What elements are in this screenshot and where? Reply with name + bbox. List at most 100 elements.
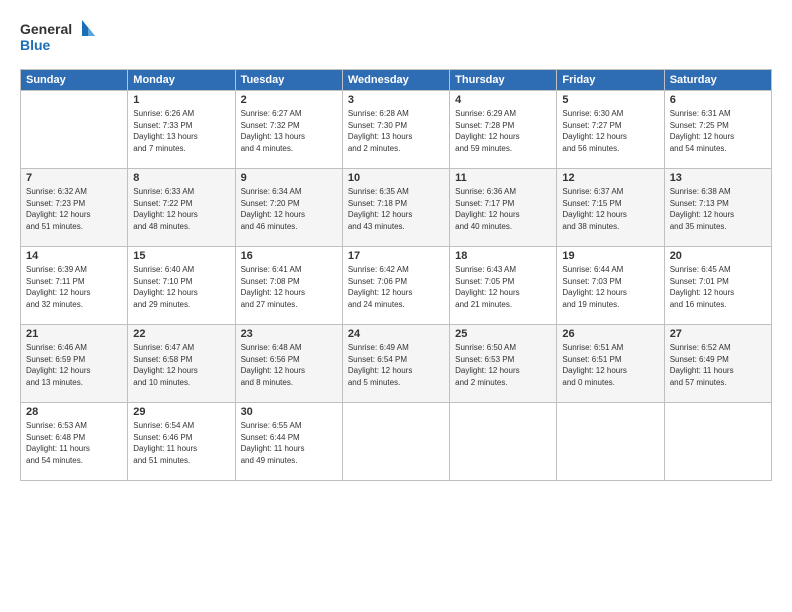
day-number: 2 (241, 94, 337, 106)
col-header-wednesday: Wednesday (342, 70, 449, 91)
week-row-1: 1 Sunrise: 6:26 AMSunset: 7:33 PMDaylight… (21, 91, 772, 169)
day-info: Sunrise: 6:41 AMSunset: 7:08 PMDaylight:… (241, 264, 337, 310)
day-cell: 22 Sunrise: 6:47 AMSunset: 6:58 PMDayligh… (128, 325, 235, 403)
day-cell: 6Sunrise: 6:31 AMSunset: 7:25 PMDaylight… (664, 91, 771, 169)
day-number: 17 (348, 250, 444, 262)
day-number: 16 (241, 250, 337, 262)
day-number: 14 (26, 250, 122, 262)
col-header-thursday: Thursday (450, 70, 557, 91)
day-number: 27 (670, 328, 766, 340)
day-number: 22 (133, 328, 229, 340)
day-cell: 19 Sunrise: 6:44 AMSunset: 7:03 PMDayligh… (557, 247, 664, 325)
day-cell (664, 403, 771, 481)
day-number: 19 (562, 250, 658, 262)
day-cell: 10 Sunrise: 6:35 AMSunset: 7:18 PMDayligh… (342, 169, 449, 247)
week-row-3: 14Sunrise: 6:39 AMSunset: 7:11 PMDayligh… (21, 247, 772, 325)
day-number: 23 (241, 328, 337, 340)
day-info: Sunrise: 6:28 AMSunset: 7:30 PMDaylight:… (348, 108, 444, 154)
day-number: 18 (455, 250, 551, 262)
day-info: Sunrise: 6:54 AMSunset: 6:46 PMDaylight:… (133, 420, 229, 466)
svg-text:Blue: Blue (20, 37, 51, 53)
day-cell: 2 Sunrise: 6:27 AMSunset: 7:32 PMDaylight… (235, 91, 342, 169)
day-cell: 7 Sunrise: 6:32 AMSunset: 7:23 PMDaylight… (21, 169, 128, 247)
day-number: 6 (670, 94, 766, 106)
day-info: Sunrise: 6:27 AMSunset: 7:32 PMDaylight:… (241, 108, 337, 154)
day-cell (342, 403, 449, 481)
day-info: Sunrise: 6:36 AMSunset: 7:17 PMDaylight:… (455, 186, 551, 232)
day-info: Sunrise: 6:35 AMSunset: 7:18 PMDaylight:… (348, 186, 444, 232)
day-info: Sunrise: 6:46 AMSunset: 6:59 PMDaylight:… (26, 342, 122, 388)
svg-text:General: General (20, 21, 72, 37)
day-number: 26 (562, 328, 658, 340)
day-number: 30 (241, 406, 337, 418)
day-info: Sunrise: 6:50 AMSunset: 6:53 PMDaylight:… (455, 342, 551, 388)
day-cell: 15Sunrise: 6:40 AMSunset: 7:10 PMDayligh… (128, 247, 235, 325)
day-cell: 21 Sunrise: 6:46 AMSunset: 6:59 PMDayligh… (21, 325, 128, 403)
week-row-5: 28 Sunrise: 6:53 AMSunset: 6:48 PMDayligh… (21, 403, 772, 481)
calendar-table: SundayMondayTuesdayWednesdayThursdayFrid… (20, 69, 772, 481)
day-info: Sunrise: 6:44 AMSunset: 7:03 PMDaylight:… (562, 264, 658, 310)
day-number: 9 (241, 172, 337, 184)
day-number: 29 (133, 406, 229, 418)
day-info: Sunrise: 6:30 AMSunset: 7:27 PMDaylight:… (562, 108, 658, 154)
day-number: 11 (455, 172, 551, 184)
day-cell (21, 91, 128, 169)
week-row-4: 21 Sunrise: 6:46 AMSunset: 6:59 PMDayligh… (21, 325, 772, 403)
day-cell: 3 Sunrise: 6:28 AMSunset: 7:30 PMDaylight… (342, 91, 449, 169)
day-number: 20 (670, 250, 766, 262)
day-info: Sunrise: 6:55 AMSunset: 6:44 PMDaylight:… (241, 420, 337, 466)
day-info: Sunrise: 6:29 AMSunset: 7:28 PMDaylight:… (455, 108, 551, 154)
day-cell: 14Sunrise: 6:39 AMSunset: 7:11 PMDayligh… (21, 247, 128, 325)
day-info: Sunrise: 6:26 AMSunset: 7:33 PMDaylight:… (133, 108, 229, 154)
col-header-saturday: Saturday (664, 70, 771, 91)
day-cell: 4 Sunrise: 6:29 AMSunset: 7:28 PMDaylight… (450, 91, 557, 169)
day-cell: 28 Sunrise: 6:53 AMSunset: 6:48 PMDayligh… (21, 403, 128, 481)
day-cell: 11 Sunrise: 6:36 AMSunset: 7:17 PMDayligh… (450, 169, 557, 247)
day-number: 8 (133, 172, 229, 184)
day-cell: 18 Sunrise: 6:43 AMSunset: 7:05 PMDayligh… (450, 247, 557, 325)
day-cell: 30 Sunrise: 6:55 AMSunset: 6:44 PMDayligh… (235, 403, 342, 481)
day-info: Sunrise: 6:33 AMSunset: 7:22 PMDaylight:… (133, 186, 229, 232)
day-number: 15 (133, 250, 229, 262)
day-cell (557, 403, 664, 481)
week-row-2: 7 Sunrise: 6:32 AMSunset: 7:23 PMDaylight… (21, 169, 772, 247)
day-info: Sunrise: 6:49 AMSunset: 6:54 PMDaylight:… (348, 342, 444, 388)
day-cell: 27 Sunrise: 6:52 AMSunset: 6:49 PMDayligh… (664, 325, 771, 403)
day-info: Sunrise: 6:43 AMSunset: 7:05 PMDaylight:… (455, 264, 551, 310)
day-cell: 12Sunrise: 6:37 AMSunset: 7:15 PMDayligh… (557, 169, 664, 247)
day-cell: 17Sunrise: 6:42 AMSunset: 7:06 PMDayligh… (342, 247, 449, 325)
day-cell: 29 Sunrise: 6:54 AMSunset: 6:46 PMDayligh… (128, 403, 235, 481)
col-header-monday: Monday (128, 70, 235, 91)
day-info: Sunrise: 6:34 AMSunset: 7:20 PMDaylight:… (241, 186, 337, 232)
day-number: 24 (348, 328, 444, 340)
day-number: 12 (562, 172, 658, 184)
day-cell: 20 Sunrise: 6:45 AMSunset: 7:01 PMDayligh… (664, 247, 771, 325)
day-cell: 5 Sunrise: 6:30 AMSunset: 7:27 PMDaylight… (557, 91, 664, 169)
col-header-friday: Friday (557, 70, 664, 91)
day-info: Sunrise: 6:48 AMSunset: 6:56 PMDaylight:… (241, 342, 337, 388)
day-info: Sunrise: 6:38 AMSunset: 7:13 PMDaylight:… (670, 186, 766, 232)
day-cell (450, 403, 557, 481)
day-cell: 1 Sunrise: 6:26 AMSunset: 7:33 PMDaylight… (128, 91, 235, 169)
day-info: Sunrise: 6:47 AMSunset: 6:58 PMDaylight:… (133, 342, 229, 388)
day-number: 13 (670, 172, 766, 184)
day-cell: 23 Sunrise: 6:48 AMSunset: 6:56 PMDayligh… (235, 325, 342, 403)
day-info: Sunrise: 6:45 AMSunset: 7:01 PMDaylight:… (670, 264, 766, 310)
day-number: 25 (455, 328, 551, 340)
day-number: 28 (26, 406, 122, 418)
day-info: Sunrise: 6:32 AMSunset: 7:23 PMDaylight:… (26, 186, 122, 232)
day-number: 21 (26, 328, 122, 340)
day-cell: 24 Sunrise: 6:49 AMSunset: 6:54 PMDayligh… (342, 325, 449, 403)
day-info: Sunrise: 6:51 AMSunset: 6:51 PMDaylight:… (562, 342, 658, 388)
day-number: 7 (26, 172, 122, 184)
day-info: Sunrise: 6:53 AMSunset: 6:48 PMDaylight:… (26, 420, 122, 466)
day-info: Sunrise: 6:52 AMSunset: 6:49 PMDaylight:… (670, 342, 766, 388)
day-number: 4 (455, 94, 551, 106)
day-number: 1 (133, 94, 229, 106)
day-number: 10 (348, 172, 444, 184)
col-header-sunday: Sunday (21, 70, 128, 91)
day-number: 3 (348, 94, 444, 106)
day-cell: 9 Sunrise: 6:34 AMSunset: 7:20 PMDaylight… (235, 169, 342, 247)
day-cell: 25 Sunrise: 6:50 AMSunset: 6:53 PMDayligh… (450, 325, 557, 403)
day-number: 5 (562, 94, 658, 106)
